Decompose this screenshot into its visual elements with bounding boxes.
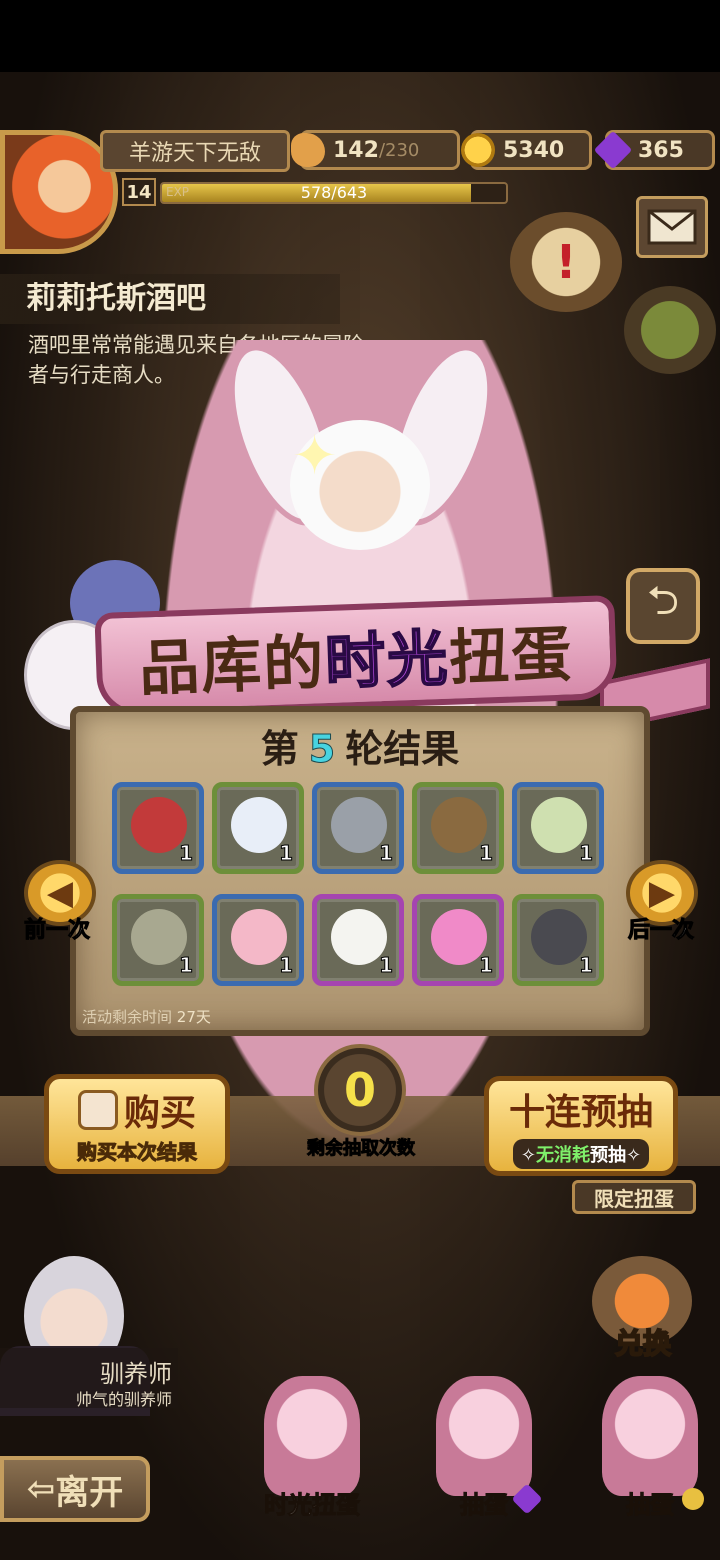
item-count: 1 <box>579 953 594 978</box>
ten-draw-label: 十连预抽 <box>508 1092 653 1133</box>
player-level: 14 <box>122 178 156 206</box>
left-triangle-icon: ◀ <box>46 873 74 913</box>
round-suffix: 轮结果 <box>345 727 460 771</box>
purchase-ticket-icon <box>77 1089 118 1130</box>
result-item[interactable]: 1 <box>512 894 604 986</box>
result-item[interactable]: 1 <box>312 894 404 986</box>
tab-time-gacha-label: 时光扭蛋 <box>264 1491 361 1520</box>
bread-icon <box>291 133 325 167</box>
result-item[interactable]: 1 <box>212 894 304 986</box>
tab-gold-draw[interactable]: 抽蛋 <box>590 1376 710 1526</box>
banner-title-prefix: 品库的 <box>138 627 327 705</box>
item-count: 1 <box>179 953 194 978</box>
gem-value: 365 <box>638 137 684 163</box>
result-item[interactable]: 1 <box>312 782 404 874</box>
result-item[interactable]: 1 <box>212 782 304 874</box>
exp-text: 578/643 <box>300 183 368 202</box>
result-item[interactable]: 1 <box>112 894 204 986</box>
return-button[interactable]: ⮌ <box>626 568 700 644</box>
round-prefix: 第 <box>260 727 299 771</box>
no-cost-label: 无消耗 <box>536 1145 590 1166</box>
item-count: 1 <box>179 841 194 866</box>
ten-draw-preview-button[interactable]: 十连预抽 ✧无消耗预抽✧ <box>484 1076 678 1176</box>
gold-currency[interactable]: 5340 <box>461 130 592 170</box>
buy-button[interactable]: 购买 购买本次结果 <box>44 1074 230 1174</box>
bread-max: /230 <box>378 139 420 161</box>
leave-label: 离开 <box>55 1472 124 1513</box>
banner-title: 品库的时光扭蛋 <box>138 605 575 707</box>
item-count: 1 <box>379 953 394 978</box>
timer-label: 活动剩余时间 <box>82 1008 173 1026</box>
gold-draw-machine-icon <box>602 1376 698 1496</box>
quest-scroll-button[interactable]: ! <box>510 212 622 312</box>
round-title: 第 5 轮结果 <box>0 718 720 773</box>
ten-draw-sub: ✧无消耗预抽✧ <box>512 1139 650 1169</box>
limited-gacha-button[interactable]: 限定扭蛋 <box>572 1180 696 1214</box>
timer-value: 27天 <box>176 1008 211 1026</box>
bread-value: 142 <box>333 137 379 163</box>
gem-currency[interactable]: 365 <box>593 130 715 170</box>
item-count: 1 <box>479 953 494 978</box>
return-arrow-icon: ⮌ <box>646 578 680 624</box>
gem-draw-machine-icon <box>436 1376 532 1496</box>
location-title: 莉莉托斯酒吧 <box>0 274 340 324</box>
result-item[interactable]: 1 <box>412 782 504 874</box>
item-count: 1 <box>579 841 594 866</box>
npc-title: 驯养师 <box>100 1360 172 1388</box>
buy-main: 购买 <box>77 1084 196 1136</box>
leave-button[interactable]: ⇦ 离开 <box>0 1456 150 1522</box>
gold-value: 5340 <box>503 137 565 163</box>
result-item[interactable]: 1 <box>112 782 204 874</box>
mail-button[interactable] <box>636 196 708 258</box>
remaining-draws-label: 剩余抽取次数 <box>307 1138 416 1160</box>
item-count: 1 <box>379 841 394 866</box>
preview-label: 预抽 <box>590 1145 626 1166</box>
remaining-draws-counter: 0 <box>314 1044 406 1136</box>
next-label: 后一次 <box>627 918 695 944</box>
right-triangle-icon: ▶ <box>648 873 676 913</box>
banner-title-suffix: 扭蛋 <box>447 618 575 694</box>
result-item[interactable]: 1 <box>412 894 504 986</box>
left-arrow-icon: ⇦ <box>26 1469 56 1509</box>
envelope-icon <box>647 209 697 245</box>
buy-main-label: 购买 <box>123 1092 196 1134</box>
gold-coin-icon <box>461 133 495 167</box>
exchange-label[interactable]: 兑换 <box>596 1322 690 1362</box>
item-count: 1 <box>279 841 294 866</box>
buy-sub-label: 购买本次结果 <box>77 1139 198 1164</box>
tab-gold-draw-label: 抽蛋 <box>626 1491 675 1520</box>
bread-stamina[interactable]: 142/230 <box>291 130 460 170</box>
tab-gem-draw-label: 抽蛋 <box>460 1491 509 1520</box>
gacha-banner: 品库的时光扭蛋 <box>94 594 618 718</box>
exclamation-icon: ! <box>555 235 577 289</box>
player-name: 羊游天下无敌 <box>100 130 290 172</box>
exp-bar: EXP 578/643 <box>160 182 508 204</box>
banner-title-highlight: 时光 <box>323 622 451 698</box>
round-number: 5 <box>308 727 336 772</box>
status-bar-area <box>0 0 720 72</box>
item-count: 1 <box>479 841 494 866</box>
time-gacha-machine-icon <box>264 1376 360 1496</box>
backpack-button[interactable] <box>624 286 716 374</box>
tab-gem-draw[interactable]: 抽蛋 <box>424 1376 544 1526</box>
result-item[interactable]: 1 <box>512 782 604 874</box>
previous-label: 前一次 <box>23 918 91 944</box>
npc-subtitle: 帅气的驯养师 <box>75 1390 172 1409</box>
item-count: 1 <box>279 953 294 978</box>
tab-time-gacha[interactable]: 时光扭蛋 <box>252 1376 372 1526</box>
sparkle-icon: ✦ <box>292 424 338 487</box>
event-timer: 活动剩余时间 27天 <box>82 1006 211 1027</box>
